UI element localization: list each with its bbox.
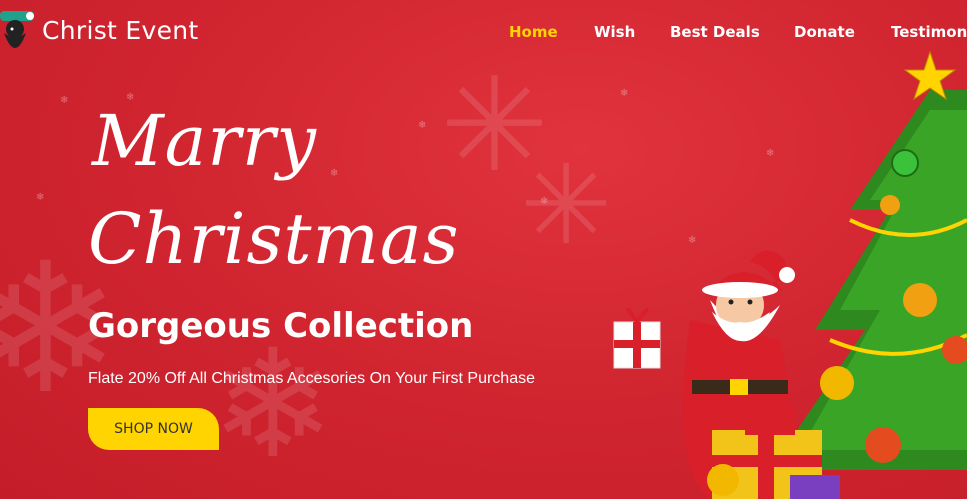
snowflake-icon: ❄ bbox=[36, 192, 45, 203]
gift-icon bbox=[613, 308, 661, 369]
brand-name[interactable]: Christ Event bbox=[42, 16, 199, 45]
nav-best-deals[interactable]: Best Deals bbox=[670, 23, 760, 41]
nav-testimonials[interactable]: Testimon bbox=[891, 23, 967, 41]
nav-home[interactable]: Home bbox=[509, 23, 558, 41]
nav-wish[interactable]: Wish bbox=[594, 23, 635, 41]
shop-now-button[interactable]: SHOP NOW bbox=[88, 408, 219, 450]
santa-logo-icon[interactable] bbox=[0, 5, 40, 61]
snowflake-icon: ✳ bbox=[520, 141, 613, 269]
nav-donate[interactable]: Donate bbox=[794, 23, 855, 41]
hero-script-line1: Marry bbox=[92, 100, 317, 182]
christmas-tree-illustration bbox=[770, 90, 967, 470]
snowflake-icon: ❄ bbox=[418, 120, 427, 131]
hero-offer-text: Flate 20% Off All Christmas Accesories O… bbox=[88, 370, 535, 387]
hero-script-line2: Christmas bbox=[88, 198, 460, 280]
snowflake-icon: ❄ bbox=[210, 318, 336, 492]
snowflake-icon: ❄ bbox=[60, 95, 69, 106]
snowflake-icon: ❄ bbox=[330, 168, 339, 179]
snowflake-icon: ❄ bbox=[540, 196, 549, 207]
hero-headline: Gorgeous Collection bbox=[88, 306, 474, 346]
christmas-illustration bbox=[613, 50, 967, 499]
